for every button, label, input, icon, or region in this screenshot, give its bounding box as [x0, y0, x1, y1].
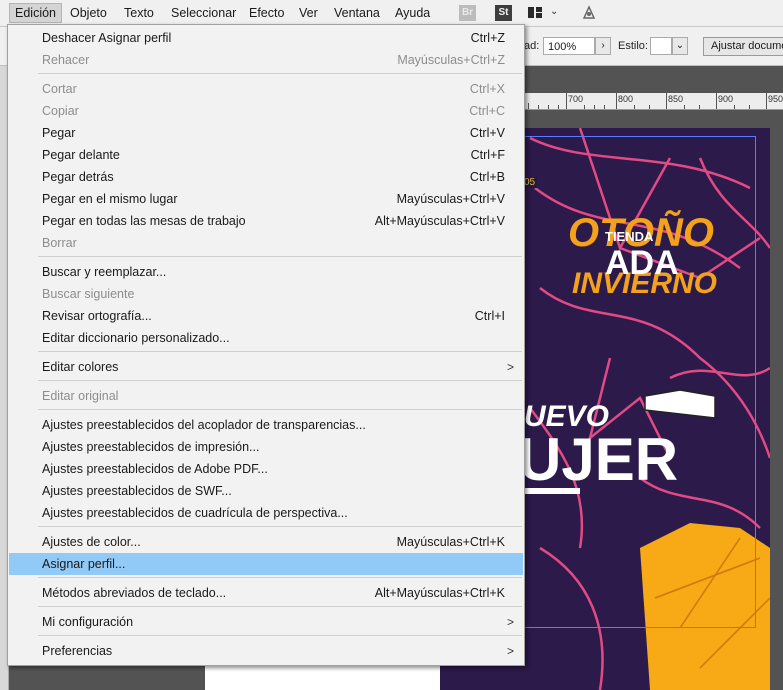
- menu-separator: [38, 577, 522, 578]
- menu-separator: [38, 526, 522, 527]
- menu-item-color-settings[interactable]: Ajustes de color... Mayúsculas+Ctrl+K: [9, 531, 523, 553]
- submenu-arrow-icon: >: [506, 644, 514, 658]
- style-dropdown-icon[interactable]: ⌄: [672, 37, 688, 55]
- stock-icon[interactable]: St: [495, 5, 512, 21]
- menu-item-pdf-presets[interactable]: Ajustes preestablecidos de Adobe PDF...: [9, 458, 523, 480]
- menu-item-assign-profile[interactable]: Asignar perfil...: [9, 553, 523, 575]
- menu-item-find-next[interactable]: Buscar siguiente: [9, 283, 523, 305]
- menu-item-cut[interactable]: Cortar Ctrl+X: [9, 78, 523, 100]
- menu-separator: [38, 409, 522, 410]
- menu-bar: Edición Objeto Texto Seleccionar Efecto …: [0, 0, 783, 27]
- menu-item-undo[interactable]: Deshacer Asignar perfil Ctrl+Z: [9, 27, 523, 49]
- menu-ayuda[interactable]: Ayuda: [390, 4, 435, 22]
- menu-item-edit-colors[interactable]: Editar colores >: [9, 356, 523, 378]
- menu-item-preferences[interactable]: Preferencias >: [9, 640, 523, 662]
- edit-menu-dropdown: Deshacer Asignar perfil Ctrl+Z Rehacer M…: [7, 24, 525, 666]
- menu-separator: [38, 73, 522, 74]
- menu-item-paste-all-artboards[interactable]: Pegar en todas las mesas de trabajo Alt+…: [9, 210, 523, 232]
- menu-efecto[interactable]: Efecto: [244, 4, 289, 22]
- menu-item-redo[interactable]: Rehacer Mayúsculas+Ctrl+Z: [9, 49, 523, 71]
- menu-item-spelling[interactable]: Revisar ortografía... Ctrl+I: [9, 305, 523, 327]
- ruler-label: 900: [718, 94, 734, 104]
- horizontal-ruler[interactable]: 700 800 850 900 950: [524, 93, 783, 110]
- menu-item-transparency-presets[interactable]: Ajustes preestablecidos del acoplador de…: [9, 414, 523, 436]
- menu-item-print-presets[interactable]: Ajustes preestablecidos de impresión...: [9, 436, 523, 458]
- menu-separator: [38, 351, 522, 352]
- menu-ventana[interactable]: Ventana: [329, 4, 385, 22]
- menu-item-keyboard-shortcuts[interactable]: Métodos abreviados de teclado... Alt+May…: [9, 582, 523, 604]
- menu-item-paste-in-place[interactable]: Pegar en el mismo lugar Mayúsculas+Ctrl+…: [9, 188, 523, 210]
- menu-separator: [38, 606, 522, 607]
- menu-item-find-replace[interactable]: Buscar y reemplazar...: [9, 261, 523, 283]
- chevron-down-icon[interactable]: ⌄: [550, 6, 558, 17]
- menu-ver[interactable]: Ver: [294, 4, 323, 22]
- ruler-label: 700: [568, 94, 584, 104]
- menu-separator: [38, 380, 522, 381]
- style-swatch[interactable]: [650, 37, 672, 55]
- adjust-document-button[interactable]: Ajustar documen: [703, 37, 783, 56]
- menu-item-clear[interactable]: Borrar: [9, 232, 523, 254]
- menu-item-copy[interactable]: Copiar Ctrl+C: [9, 100, 523, 122]
- selection-bounding-box[interactable]: [522, 136, 756, 628]
- menu-item-edit-original[interactable]: Editar original: [9, 385, 523, 407]
- style-label: Estilo:: [618, 40, 648, 52]
- menu-separator: [38, 256, 522, 257]
- menu-objeto[interactable]: Objeto: [65, 4, 112, 22]
- opacity-arrow-button[interactable]: ›: [595, 37, 611, 55]
- menu-item-paste-in-back[interactable]: Pegar detrás Ctrl+B: [9, 166, 523, 188]
- menu-seleccionar[interactable]: Seleccionar: [166, 4, 241, 22]
- menu-item-my-settings[interactable]: Mi configuración >: [9, 611, 523, 633]
- pen-rocket-icon[interactable]: [580, 4, 598, 22]
- menu-separator: [38, 635, 522, 636]
- opacity-input[interactable]: 100%: [543, 37, 595, 55]
- menu-item-paste[interactable]: Pegar Ctrl+V: [9, 122, 523, 144]
- menu-item-edit-dictionary[interactable]: Editar diccionario personalizado...: [9, 327, 523, 349]
- menu-texto[interactable]: Texto: [119, 4, 159, 22]
- submenu-arrow-icon: >: [506, 615, 514, 629]
- menu-item-paste-in-front[interactable]: Pegar delante Ctrl+F: [9, 144, 523, 166]
- ruler-label: 950: [768, 94, 783, 104]
- ruler-label: 850: [668, 94, 684, 104]
- menu-edicion[interactable]: Edición: [9, 3, 62, 23]
- bridge-icon[interactable]: Br: [459, 5, 476, 21]
- submenu-arrow-icon: >: [506, 360, 514, 374]
- workspace-grid-icon[interactable]: [528, 7, 542, 18]
- opacity-label: ad:: [524, 40, 540, 52]
- ruler-label: 800: [618, 94, 634, 104]
- menu-item-swf-presets[interactable]: Ajustes preestablecidos de SWF...: [9, 480, 523, 502]
- menu-item-perspective-grid-presets[interactable]: Ajustes preestablecidos de cuadrícula de…: [9, 502, 523, 524]
